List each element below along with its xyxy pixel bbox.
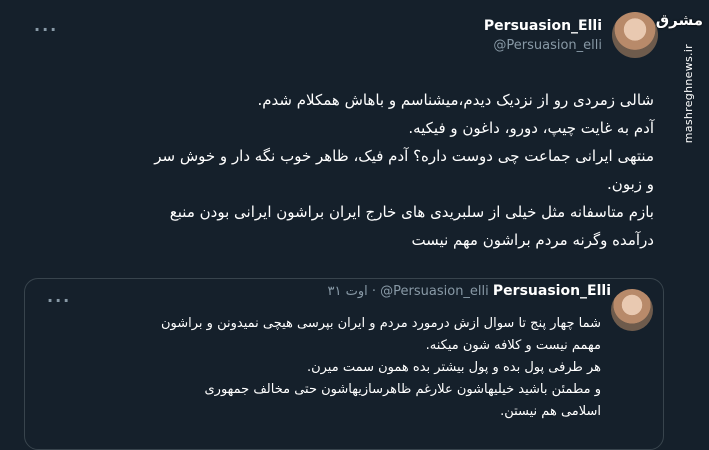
tweet-author[interactable]: Persuasion_Elli @Persuasion_elli	[484, 12, 658, 58]
author-names: Persuasion_Elli @Persuasion_elli	[484, 18, 602, 53]
tweet-text: شالی زمردی رو از نزدیک دیدم،میشناسم و با…	[54, 86, 654, 254]
quoted-line: هر طرفی پول بده و پول بیشتر بده همون سمت…	[306, 360, 601, 375]
quoted-meta: ۳۱ اوت · @Persuasion_elli Persuasion_Ell…	[327, 283, 611, 299]
quoted-text: شما چهار پنج تا سوال ازش درمورد مردم و ا…	[31, 313, 601, 423]
tweet-line: و زبون.	[607, 175, 654, 193]
quoted-display-name[interactable]: Persuasion_Elli	[493, 283, 611, 299]
quoted-line: و مطمئن باشید خیلیهاشون علارغم ظاهرسازیه…	[204, 382, 602, 397]
watermark-strip: مشرق mashreghnews.ir	[656, 0, 709, 439]
quoted-avatar[interactable]	[611, 289, 653, 331]
tweet-line: منتهی ایرانی جماعت چی دوست داره؟ آدم فیک…	[154, 147, 654, 165]
tweet-line: آدم به غایت چیپ، دورو، داغون و فیکیه.	[408, 119, 654, 137]
quoted-line: شما چهار پنج تا سوال ازش درمورد مردم و ا…	[160, 316, 601, 331]
tweet-line: بازم متاسفانه مثل خیلی از سلبریدی های خا…	[169, 203, 654, 221]
display-name[interactable]: Persuasion_Elli	[484, 18, 602, 34]
quoted-more-options-icon[interactable]: ···	[47, 291, 71, 310]
quoted-handle[interactable]: @Persuasion_elli	[380, 284, 489, 299]
avatar[interactable]	[612, 12, 658, 58]
watermark-url: mashreghnews.ir	[682, 44, 695, 144]
more-options-icon[interactable]: ···	[34, 20, 58, 39]
quoted-separator: ·	[371, 284, 377, 299]
tweet-line: درآمده وگرنه مردم براشون مهم نیست	[411, 231, 654, 249]
user-handle[interactable]: @Persuasion_elli	[484, 38, 602, 53]
tweet-line: شالی زمردی رو از نزدیک دیدم،میشناسم و با…	[257, 91, 654, 109]
tweet-card: ··· Persuasion_Elli @Persuasion_elli شال…	[16, 0, 666, 450]
quoted-line: اسلامی هم نیستن.	[500, 404, 601, 419]
quoted-tweet[interactable]: ··· ۳۱ اوت · @Persuasion_elli Persuasion…	[24, 278, 664, 450]
quoted-line: مهمم نیست و کلافه شون میکنه.	[425, 338, 601, 353]
quoted-date[interactable]: ۳۱ اوت	[327, 284, 367, 299]
